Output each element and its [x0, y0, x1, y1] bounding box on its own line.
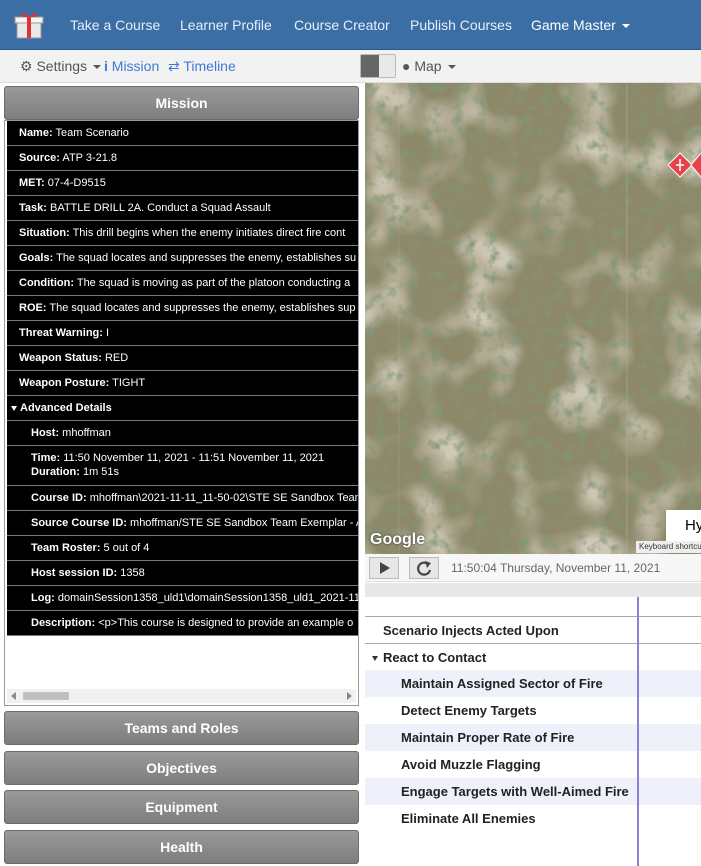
mission-row-weapon-posture: Weapon Posture: TIGHT: [7, 371, 358, 396]
task-row[interactable]: Maintain Proper Rate of Fire: [365, 724, 701, 751]
scroll-left-icon[interactable]: [11, 692, 16, 700]
nav-course-creator[interactable]: Course Creator: [294, 17, 390, 33]
mission-row-roe: ROE: The squad locates and suppresses th…: [7, 296, 358, 321]
keyboard-shortcuts-link[interactable]: Keyboard shortcuts: [636, 541, 701, 553]
mission-row-weapon-status: Weapon Status: RED: [7, 346, 358, 371]
settings-button[interactable]: ⚙ Settings: [20, 58, 102, 75]
nav-publish-courses[interactable]: Publish Courses: [410, 17, 512, 33]
task-row[interactable]: Avoid Muzzle Flagging: [365, 751, 701, 778]
advanced-row-course-id: Course ID: mhoffman\2021-11-11_11-50-02\…: [7, 486, 358, 511]
top-navbar: Take a Course Learner Profile Course Cre…: [0, 0, 701, 50]
advanced-details-toggle[interactable]: Advanced Details: [7, 396, 358, 421]
swap-arrows-icon: ⇄: [168, 58, 180, 74]
horizontal-scrollbar[interactable]: [7, 689, 356, 703]
mission-row-task: Task: BATTLE DRILL 2A. Conduct a Squad A…: [7, 196, 358, 221]
task-row[interactable]: Engage Targets with Well-Aimed Fire: [365, 778, 701, 805]
nav-take-course[interactable]: Take a Course: [70, 17, 160, 33]
nav-game-master[interactable]: Game Master: [531, 17, 630, 33]
restart-icon: [417, 561, 432, 576]
mission-label: Mission: [111, 58, 160, 74]
map-label: Map: [414, 58, 442, 74]
gift-logo-icon[interactable]: [14, 10, 44, 40]
mission-row-name: Name: Team Scenario: [7, 121, 358, 146]
mission-row-threat-warning: Threat Warning: I: [7, 321, 358, 346]
mission-rows: Name: Team Scenario Source: ATP 3-21.8 M…: [7, 121, 358, 636]
task-group-react-to-contact[interactable]: React to Contact: [365, 643, 701, 670]
satellite-map[interactable]: [365, 83, 701, 554]
equipment-header[interactable]: Equipment: [4, 790, 359, 824]
mission-details-box: Name: Team Scenario Source: ATP 3-21.8 M…: [4, 120, 359, 706]
caret-down-icon: [11, 405, 17, 411]
map-button[interactable]: ● Map: [402, 58, 456, 74]
globe-icon: ●: [402, 58, 411, 74]
restart-button[interactable]: [409, 557, 439, 579]
advanced-row-host-session: Host session ID: 1358: [7, 561, 358, 586]
health-header[interactable]: Health: [4, 830, 359, 864]
play-icon: [380, 562, 390, 574]
chevron-down-icon: [447, 65, 456, 70]
advanced-row-source-course-id: Source Course ID: mhoffman/STE SE Sandbo…: [7, 511, 358, 536]
task-group-label: React to Contact: [383, 650, 487, 665]
task-row[interactable]: Eliminate All Enemies: [365, 805, 701, 832]
map-info-label: Hy: [666, 510, 701, 542]
mission-panel-header[interactable]: Mission: [4, 86, 359, 120]
map-terrain-image: [365, 83, 701, 554]
mission-row-condition: Condition: The squad is moving as part o…: [7, 271, 358, 296]
advanced-row-team-roster: Team Roster: 5 out of 4: [7, 536, 358, 561]
mission-row-met: MET: 07-4-D9515: [7, 171, 358, 196]
mission-button[interactable]: i Mission: [104, 58, 159, 74]
chevron-down-icon: [621, 24, 630, 29]
advanced-row-description: Description: <p>This course is designed …: [7, 611, 358, 636]
mission-row-source: Source: ATP 3-21.8: [7, 146, 358, 171]
timeline-cursor[interactable]: [637, 597, 639, 866]
teams-roles-header[interactable]: Teams and Roles: [4, 711, 359, 745]
settings-label: Settings: [36, 58, 88, 74]
google-attribution: Google: [370, 531, 426, 548]
advanced-row-log: Log: domainSession1358_uld1\domainSessio…: [7, 586, 358, 611]
task-row-scenario-injects[interactable]: Scenario Injects Acted Upon: [365, 616, 701, 643]
nav-learner-profile[interactable]: Learner Profile: [180, 17, 272, 33]
app-root: Take a Course Learner Profile Course Cre…: [0, 0, 701, 866]
mission-row-goals: Goals: The squad locates and suppresses …: [7, 246, 358, 271]
mission-row-situation: Situation: This drill begins when the en…: [7, 221, 358, 246]
toggle-knob: [361, 55, 379, 77]
timeline-button[interactable]: ⇄ Timeline: [168, 58, 236, 75]
chevron-down-icon: [93, 65, 102, 70]
scroll-thumb[interactable]: [23, 692, 69, 700]
split-toggle[interactable]: [360, 54, 396, 78]
nav-game-master-label: Game Master: [531, 17, 616, 33]
task-timeline-panel: Scenario Injects Acted Upon React to Con…: [365, 597, 701, 866]
advanced-row-time: Time: 11:50 November 11, 2021 - 11:51 No…: [7, 446, 358, 486]
timeline-header-strip: [365, 583, 701, 597]
playback-bar: 11:50:04 Thursday, November 11, 2021: [365, 554, 701, 582]
objectives-header[interactable]: Objectives: [4, 751, 359, 785]
scroll-right-icon[interactable]: [347, 692, 352, 700]
playback-timestamp: 11:50:04 Thursday, November 11, 2021: [451, 561, 661, 575]
advanced-row-host: Host: mhoffman: [7, 421, 358, 446]
timeline-label: Timeline: [183, 58, 236, 74]
task-row[interactable]: Detect Enemy Targets: [365, 697, 701, 724]
task-row[interactable]: Maintain Assigned Sector of Fire: [365, 670, 701, 697]
gears-icon: ⚙: [20, 58, 33, 74]
info-icon: i: [104, 58, 108, 74]
caret-down-icon: [372, 656, 378, 662]
play-button[interactable]: [369, 557, 399, 579]
